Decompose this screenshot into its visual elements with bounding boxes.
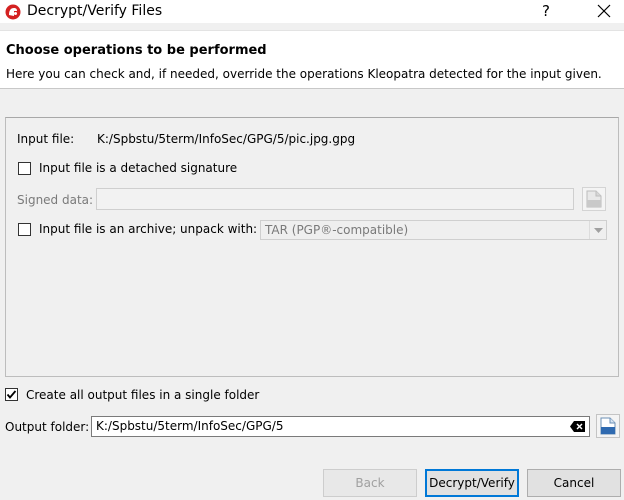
single-folder-label[interactable]: Create all output files in a single fold… — [26, 388, 259, 402]
input-options-group — [5, 117, 619, 377]
output-folder-input[interactable]: K:/Spbstu/5term/InfoSec/GPG/5 — [91, 416, 590, 437]
back-button[interactable]: Back — [323, 469, 417, 497]
signed-data-field — [96, 188, 574, 210]
title-bar: Decrypt/Verify Files ? — [0, 0, 624, 23]
signed-data-label: Signed data: — [17, 193, 94, 207]
archive-label[interactable]: Input file is an archive; unpack with: — [39, 222, 257, 236]
output-folder-browse-button[interactable] — [596, 414, 620, 438]
archive-format-select: TAR (PGP®-compatible) — [260, 220, 607, 240]
signed-data-browse-button — [582, 187, 606, 211]
cancel-button[interactable]: Cancel — [527, 469, 621, 497]
window-title: Decrypt/Verify Files — [27, 3, 163, 19]
detached-signature-label[interactable]: Input file is a detached signature — [39, 161, 237, 175]
decrypt-verify-button[interactable]: Decrypt/Verify — [425, 469, 519, 497]
file-icon — [582, 187, 606, 211]
page-title: Choose operations to be performed — [6, 43, 267, 58]
output-folder-label: Output folder: — [5, 420, 90, 434]
checkmark-icon — [6, 390, 17, 399]
kleopatra-icon — [5, 4, 21, 20]
chevron-down-icon — [594, 228, 603, 233]
help-button[interactable]: ? — [533, 0, 559, 23]
document-open-icon — [596, 414, 620, 438]
close-button[interactable] — [584, 0, 624, 23]
output-folder-value: K:/Spbstu/5term/InfoSec/GPG/5 — [96, 419, 284, 433]
single-folder-checkbox[interactable] — [5, 388, 18, 401]
archive-checkbox[interactable] — [18, 223, 31, 236]
archive-format-value: TAR (PGP®-compatible) — [265, 223, 409, 237]
input-file-value: K:/Spbstu/5term/InfoSec/GPG/5/pic.jpg.gp… — [97, 132, 356, 146]
input-file-label: Input file: — [17, 132, 75, 146]
clear-icon[interactable] — [570, 421, 585, 432]
detached-signature-checkbox[interactable] — [18, 162, 31, 175]
close-icon — [597, 4, 611, 18]
page-subtitle: Here you can check and, if needed, overr… — [6, 67, 602, 81]
wizard-header: Choose operations to be performed Here y… — [0, 30, 624, 89]
